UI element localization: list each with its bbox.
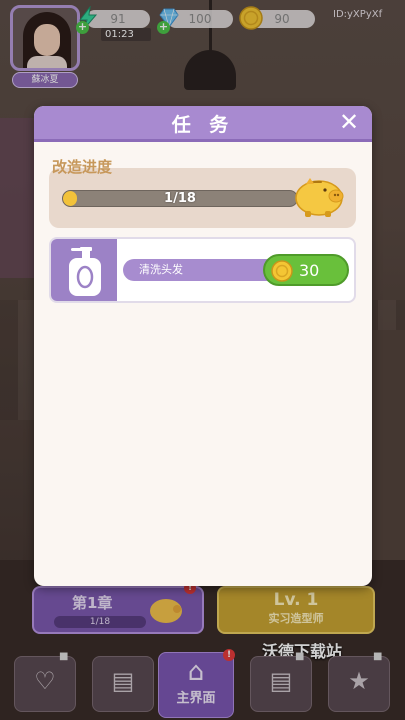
progress-label: 改造进度 bbox=[52, 158, 113, 176]
task-modal: 任 务 ✕ 1/18 改造进度 清洗头发 30 bbox=[34, 106, 372, 586]
progress-text: 1/18 bbox=[164, 191, 196, 206]
renovation-progress-panel: 1/18 bbox=[49, 168, 356, 228]
modal-title: 任 务 bbox=[171, 114, 235, 136]
progress-track: 1/18 bbox=[62, 190, 298, 207]
shampoo-bottle-icon bbox=[69, 247, 101, 296]
reward-amount: 30 bbox=[299, 261, 320, 280]
claim-reward-button[interactable]: 30 bbox=[263, 254, 349, 286]
coin-icon bbox=[271, 260, 293, 282]
task-row: 清洗头发 30 bbox=[49, 237, 356, 303]
close-button[interactable]: ✕ bbox=[336, 109, 362, 135]
modal-header: 任 务 ✕ bbox=[34, 106, 372, 142]
task-icon-box bbox=[51, 239, 117, 301]
piggy-bank-icon bbox=[295, 178, 344, 217]
